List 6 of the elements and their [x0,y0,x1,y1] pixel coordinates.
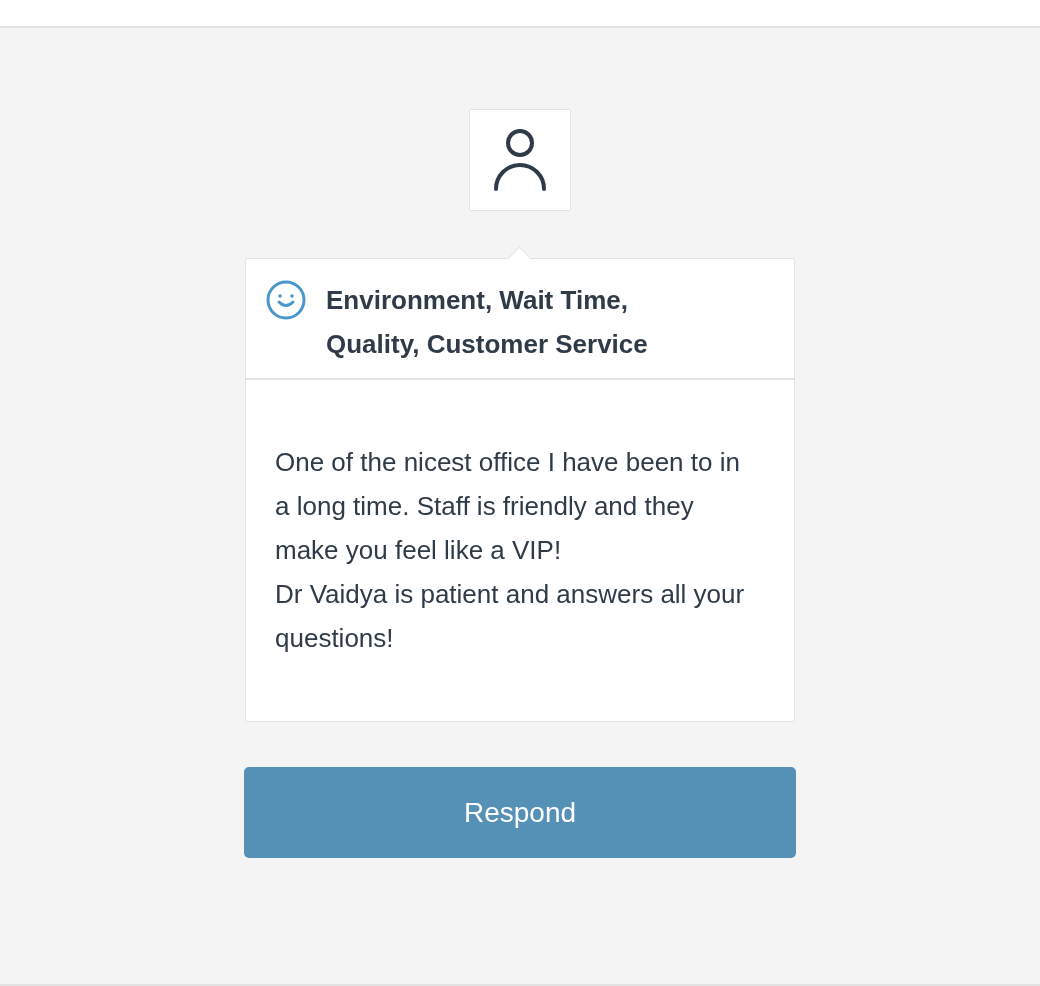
person-icon [493,128,547,192]
review-text: Dr Vaidya is patient and answers all your questions! [275,578,745,655]
review-categories: Environment, Wait Time, Quality, Customer Service [326,284,649,361]
smiley-icon [266,280,306,320]
review-text: One of the nicest office I have been to in a long time. Staff is friendly and they make you feel like a VIP! [275,446,741,567]
respond-button[interactable]: Respond [244,767,796,858]
